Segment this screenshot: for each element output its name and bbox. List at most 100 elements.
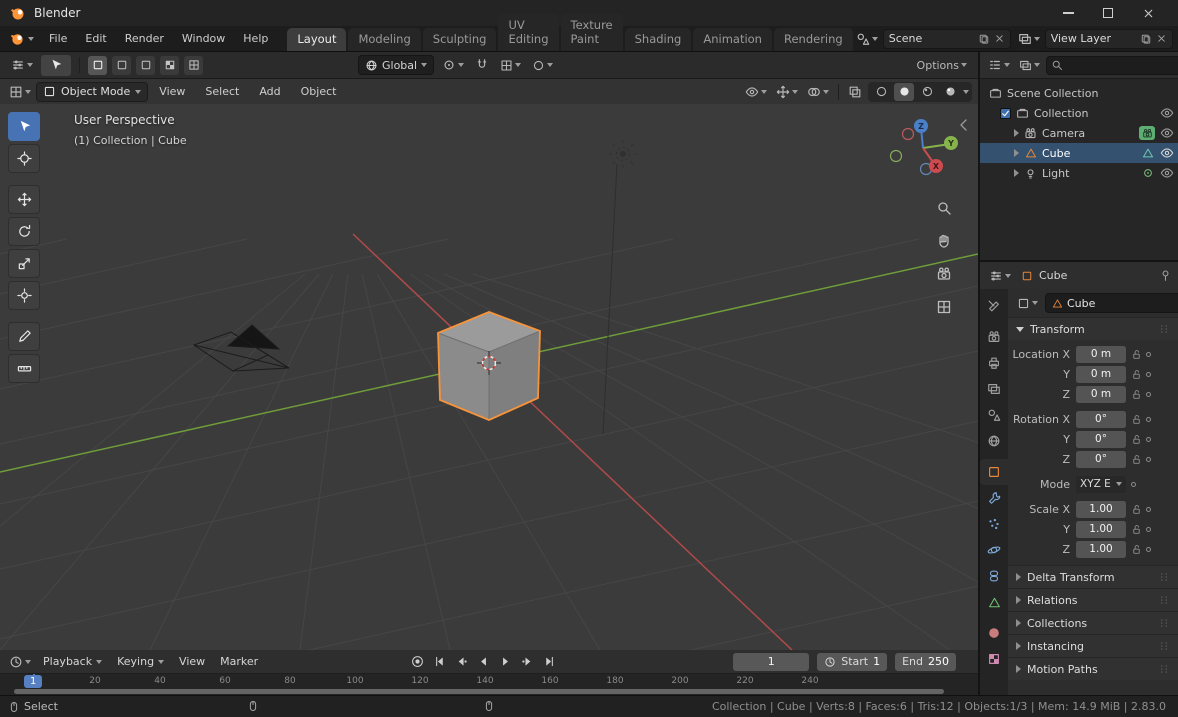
scene-browse-button[interactable] [853, 30, 881, 48]
menu-help[interactable]: Help [234, 26, 277, 51]
animate-dot[interactable] [1146, 547, 1151, 552]
timeline-scrollbar[interactable] [14, 689, 944, 694]
transform-panel-header[interactable]: Transform [1008, 317, 1178, 340]
visibility-dropdown[interactable] [742, 83, 770, 101]
animate-dot[interactable] [1146, 352, 1151, 357]
outliner-display-mode-dropdown[interactable] [1016, 57, 1043, 74]
scale-y-field[interactable]: 1.00 [1076, 521, 1126, 538]
collection-checkbox[interactable] [1000, 108, 1011, 119]
tab-render[interactable] [980, 324, 1008, 350]
outliner-item-label[interactable]: Collection [1034, 107, 1155, 120]
lock-open-icon[interactable] [1131, 434, 1142, 445]
animate-dot[interactable] [1146, 392, 1151, 397]
animate-dot[interactable] [1146, 527, 1151, 532]
add-view-layer-icon[interactable] [1140, 33, 1152, 45]
outliner-item-label[interactable]: Camera [1042, 127, 1135, 140]
menu-edit[interactable]: Edit [76, 26, 115, 51]
lock-open-icon[interactable] [1131, 389, 1142, 400]
scale-z-field[interactable]: 1.00 [1076, 541, 1126, 558]
select-mode-intersect-button[interactable] [184, 56, 203, 75]
outliner-item-label[interactable]: Cube [1042, 147, 1136, 160]
hide-eye-icon[interactable] [1159, 146, 1174, 160]
tab-sculpting[interactable]: Sculpting [423, 28, 497, 51]
play-reverse-button[interactable] [473, 653, 493, 671]
location-z-field[interactable]: 0 m [1076, 386, 1126, 403]
animate-dot[interactable] [1146, 437, 1151, 442]
animate-dot[interactable] [1131, 482, 1136, 487]
tab-output[interactable] [980, 350, 1008, 376]
animate-dot[interactable] [1146, 417, 1151, 422]
mesh-data-icon[interactable] [1140, 147, 1155, 159]
snap-toggle[interactable] [472, 56, 492, 74]
relations-panel-header[interactable]: Relations [1008, 588, 1178, 611]
camera-data-icon[interactable] [1139, 126, 1155, 140]
animate-dot[interactable] [1146, 457, 1151, 462]
tab-object[interactable] [980, 459, 1008, 485]
tab-particles[interactable] [980, 511, 1008, 537]
tab-modeling[interactable]: Modeling [348, 28, 420, 51]
keying-menu[interactable]: Keying [111, 652, 170, 672]
frame-end-field[interactable]: End 250 [895, 653, 956, 671]
expand-arrow-icon[interactable] [1014, 129, 1019, 137]
next-keyframe-button[interactable] [517, 653, 537, 671]
timeline-ruler[interactable]: 20 40 60 80 100 120 140 160 180 200 220 … [0, 674, 978, 695]
object-browse-button[interactable] [1014, 295, 1041, 312]
sidebar-collapse-arrow[interactable] [958, 118, 968, 132]
snap-settings-dropdown[interactable] [497, 57, 524, 74]
outliner-row-scene-collection[interactable]: Scene Collection [980, 83, 1178, 103]
perspective-toggle-button[interactable] [934, 297, 954, 317]
unlink-scene-icon[interactable] [994, 33, 1005, 44]
proportional-edit-toggle[interactable] [529, 57, 556, 74]
light-object[interactable] [609, 140, 637, 168]
marker-menu[interactable]: Marker [214, 652, 264, 672]
minimize-button[interactable] [1048, 0, 1088, 26]
outliner-row-camera[interactable]: Camera [980, 123, 1178, 143]
axis-neg-x-ball[interactable] [903, 129, 914, 140]
view-layer-browse-button[interactable] [1015, 30, 1043, 48]
camera-object[interactable] [194, 325, 289, 371]
tool-cursor[interactable] [8, 144, 40, 173]
tab-texture[interactable] [980, 646, 1008, 672]
tool-rotate[interactable] [8, 217, 40, 246]
view-menu[interactable]: View [173, 652, 211, 672]
auto-keying-button[interactable] [407, 653, 427, 671]
jump-to-start-button[interactable] [429, 653, 449, 671]
select-mode-set-button[interactable] [88, 56, 107, 75]
tab-physics[interactable] [980, 537, 1008, 563]
outliner-search[interactable] [1046, 56, 1178, 75]
lock-open-icon[interactable] [1131, 524, 1142, 535]
location-x-field[interactable]: 0 m [1076, 346, 1126, 363]
outliner-item-label[interactable]: Scene Collection [1007, 87, 1174, 100]
zoom-button[interactable] [934, 198, 954, 218]
rotation-mode-dropdown[interactable]: XYZ E [1076, 476, 1126, 493]
outliner-row-collection[interactable]: Collection [980, 103, 1178, 123]
shading-rendered-button[interactable] [940, 83, 960, 101]
timeline-editor-type-button[interactable] [6, 653, 34, 671]
menu-render[interactable]: Render [116, 26, 173, 51]
expand-arrow-icon[interactable] [1014, 169, 1019, 177]
tab-animation[interactable]: Animation [693, 28, 772, 51]
collections-panel-header[interactable]: Collections [1008, 611, 1178, 634]
axis-gizmo[interactable]: Z Y X [891, 119, 959, 175]
tab-material[interactable] [980, 620, 1008, 646]
select-mode-subtract-button[interactable] [136, 56, 155, 75]
shading-material-button[interactable] [917, 83, 937, 101]
expand-arrow-icon[interactable] [1014, 149, 1019, 157]
hide-eye-icon[interactable] [1159, 106, 1174, 120]
camera-view-button[interactable] [934, 264, 954, 284]
select-mode-extend-button[interactable] [112, 56, 131, 75]
outliner-editor-type-button[interactable] [985, 56, 1013, 74]
select-mode-invert-button[interactable] [160, 56, 179, 75]
tab-uv-editing[interactable]: UV Editing [498, 14, 558, 51]
play-button[interactable] [495, 653, 515, 671]
tool-move[interactable] [8, 185, 40, 214]
tab-shading[interactable]: Shading [625, 28, 692, 51]
lock-open-icon[interactable] [1131, 504, 1142, 515]
remove-view-layer-icon[interactable] [1156, 33, 1167, 44]
prev-keyframe-button[interactable] [451, 653, 471, 671]
properties-editor-type-button[interactable] [986, 267, 1014, 285]
tab-tool[interactable] [980, 293, 1008, 319]
lock-open-icon[interactable] [1131, 454, 1142, 465]
close-button[interactable] [1128, 0, 1168, 26]
shading-wireframe-button[interactable] [871, 83, 891, 101]
